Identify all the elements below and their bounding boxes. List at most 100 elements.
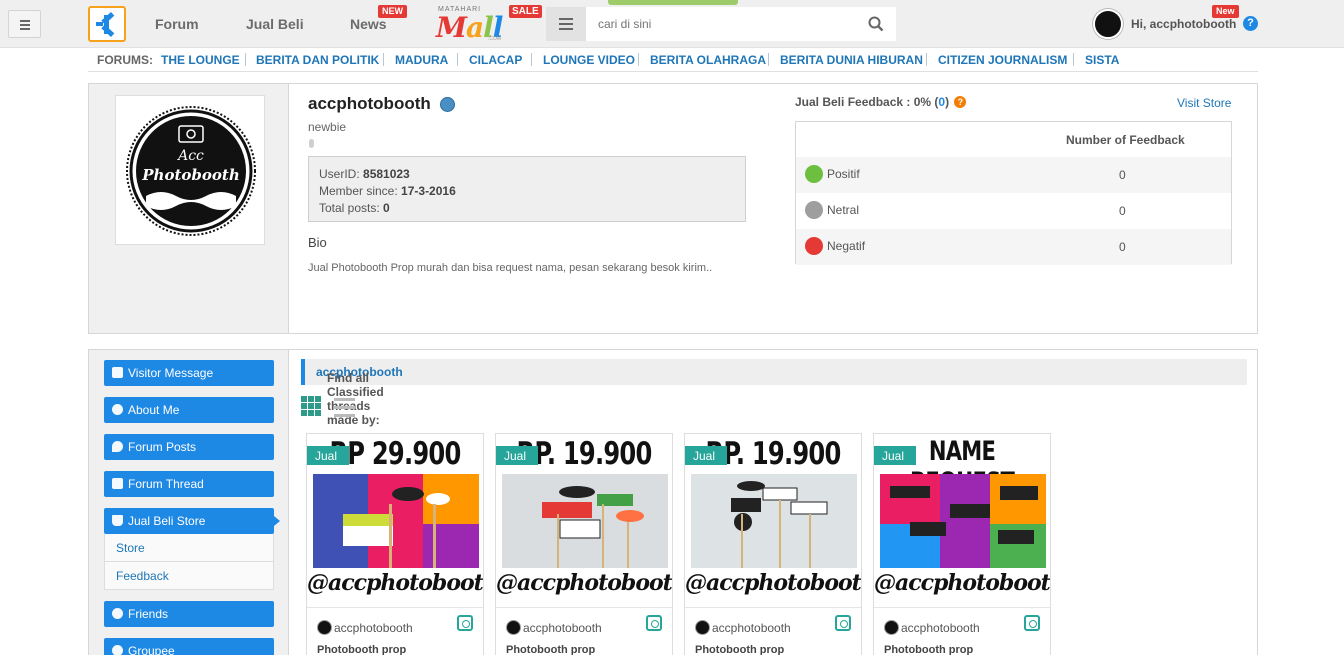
card-image-handle: @accphotobooth <box>496 570 672 596</box>
seller-avatar <box>695 620 710 635</box>
search-category-button[interactable] <box>546 7 586 41</box>
classified-card[interactable]: RP. 19.900 @accphotobooth Jual accphotob… <box>684 433 862 655</box>
feedback-table: Number of Feedback Positif 0 Netral 0 Ne… <box>795 121 1232 265</box>
userid-value: 8581023 <box>363 167 410 181</box>
card-title[interactable]: Photobooth prop <box>695 644 784 655</box>
neutral-smiley-icon <box>805 201 823 219</box>
sidebar-item-forum-posts[interactable]: Forum Posts <box>104 434 274 460</box>
mall-sub-text: .COM <box>488 36 502 42</box>
bio-text: Jual Photobooth Prop murah dan bisa requ… <box>308 262 713 274</box>
forums-bar: FORUMS: THE LOUNGE BERITA DAN POLITIK MA… <box>88 48 1258 72</box>
classified-title-bar: Find all Classified threads made by: acc… <box>301 359 1247 427</box>
sidebar-subitem-store[interactable]: Store <box>104 534 274 562</box>
feedback-row-negatif: Negatif 0 <box>796 229 1231 265</box>
kaskus-logo[interactable] <box>88 6 126 42</box>
forum-link[interactable]: SISTA <box>1085 53 1119 67</box>
friends-icon <box>112 608 123 619</box>
positive-smiley-icon <box>805 165 823 183</box>
group-icon <box>112 645 123 655</box>
cart-icon <box>112 515 123 526</box>
sidebar-item-friends[interactable]: Friends <box>104 601 274 627</box>
classified-card[interactable]: RP 29.900 @accphotobooth Jual accphotobo… <box>306 433 484 655</box>
props-photo <box>313 474 479 568</box>
card-title[interactable]: Photobooth prop <box>317 644 406 655</box>
store-icon[interactable] <box>1024 615 1040 631</box>
nav-forum[interactable]: Forum <box>155 16 199 32</box>
help-icon[interactable]: ? <box>1243 16 1258 31</box>
sale-badge: SALE <box>509 5 542 18</box>
sidebar-item-groupee[interactable]: Groupee <box>104 638 274 655</box>
since-value: 17-3-2016 <box>401 184 456 198</box>
store-icon[interactable] <box>457 615 473 631</box>
sidebar-item-jual-beli-store[interactable]: Jual Beli Store <box>104 508 280 534</box>
feedback-table-header: Number of Feedback <box>1066 133 1185 147</box>
card-image-handle: @accphotobooth <box>685 570 861 596</box>
classified-card[interactable]: RP. 19.900 @accphotobooth Jual accphotob… <box>495 433 673 655</box>
top-bar: Forum Jual Beli News NEW MATAHARI Mall .… <box>0 0 1344 48</box>
card-image-handle: @accphotobooth <box>874 570 1050 596</box>
avatar-line-2: Photobooth <box>141 166 239 184</box>
feedback-row-netral: Netral 0 <box>796 193 1231 229</box>
card-seller[interactable]: accphotobooth <box>317 620 413 635</box>
props-photo <box>880 474 1046 568</box>
search-input[interactable] <box>586 7 896 41</box>
seller-avatar <box>506 620 521 635</box>
user-icon <box>112 404 123 415</box>
news-badge: NEW <box>378 5 407 18</box>
negative-smiley-icon <box>805 237 823 255</box>
forum-link[interactable]: CILACAP <box>469 53 522 67</box>
acc-photobooth-logo: Acc Photobooth <box>126 106 256 236</box>
seller-avatar <box>317 620 332 635</box>
store-icon[interactable] <box>646 615 662 631</box>
posts-value: 0 <box>383 201 390 215</box>
profile-username: accphotobooth <box>308 94 431 113</box>
sidebar-subitem-feedback[interactable]: Feedback <box>104 562 274 590</box>
forum-link[interactable]: THE LOUNGE <box>161 53 240 67</box>
card-title[interactable]: Photobooth prop <box>506 644 595 655</box>
profile-panel: Acc Photobooth accphotobooth newbie User… <box>88 83 1258 334</box>
nav-jual-beli[interactable]: Jual Beli <box>246 16 304 32</box>
card-tag: Jual <box>685 446 727 465</box>
sidebar-item-about-me[interactable]: About Me <box>104 397 274 423</box>
store-icon[interactable] <box>835 615 851 631</box>
nav-news[interactable]: News <box>350 16 387 32</box>
props-photo <box>502 474 668 568</box>
forum-link[interactable]: BERITA OLAHRAGA <box>650 53 766 67</box>
forum-link[interactable]: LOUNGE VIDEO <box>543 53 635 67</box>
avatar-line-1: Acc <box>176 148 204 164</box>
props-photo <box>691 474 857 568</box>
user-status-icon <box>440 97 455 112</box>
posts-label: Total posts: <box>319 201 380 215</box>
thread-icon <box>112 478 123 489</box>
card-image-handle: @accphotobooth <box>307 570 483 596</box>
sidebar-item-visitor-message[interactable]: Visitor Message <box>104 360 274 386</box>
card-seller[interactable]: accphotobooth <box>506 620 602 635</box>
classified-card[interactable]: NAME REQUEST @accphotobooth Jual accphot… <box>873 433 1051 655</box>
content-panel: Visitor Message About Me Forum Posts For… <box>88 349 1258 655</box>
search-icon[interactable] <box>868 16 884 32</box>
user-avatar[interactable] <box>1093 9 1123 39</box>
user-rank: newbie <box>308 120 347 134</box>
card-seller[interactable]: accphotobooth <box>695 620 791 635</box>
user-greeting[interactable]: Hi, accphotobooth <box>1131 17 1236 31</box>
card-tag: Jual <box>496 446 538 465</box>
sidebar-item-forum-thread[interactable]: Forum Thread <box>104 471 274 497</box>
visit-store-link[interactable]: Visit Store <box>1177 96 1231 110</box>
matahari-mall-logo[interactable]: MATAHARI Mall .COM <box>434 4 512 44</box>
list-view-icon[interactable] <box>334 397 355 418</box>
card-title[interactable]: Photobooth prop <box>884 644 973 655</box>
menu-button[interactable] <box>8 10 41 38</box>
forum-link[interactable]: CITIZEN JOURNALISM <box>938 53 1067 67</box>
profile-sidebar: Visitor Message About Me Forum Posts For… <box>89 350 289 655</box>
profile-avatar: Acc Photobooth <box>115 95 265 245</box>
forums-label: FORUMS: <box>97 53 153 67</box>
grid-view-icon[interactable] <box>301 396 322 417</box>
card-seller[interactable]: accphotobooth <box>884 620 980 635</box>
forum-link[interactable]: BERITA DAN POLITIK <box>256 53 379 67</box>
forum-link[interactable]: MADURA <box>395 53 448 67</box>
user-info-box: UserID: 8581023 Member since: 17-3-2016 … <box>308 156 746 222</box>
forum-link[interactable]: BERITA DUNIA HIBURAN <box>780 53 923 67</box>
feedback-help-icon[interactable]: ? <box>954 96 967 108</box>
userid-label: UserID: <box>319 167 360 181</box>
feedback-title: Jual Beli Feedback : 0% (0) ? <box>795 95 967 109</box>
